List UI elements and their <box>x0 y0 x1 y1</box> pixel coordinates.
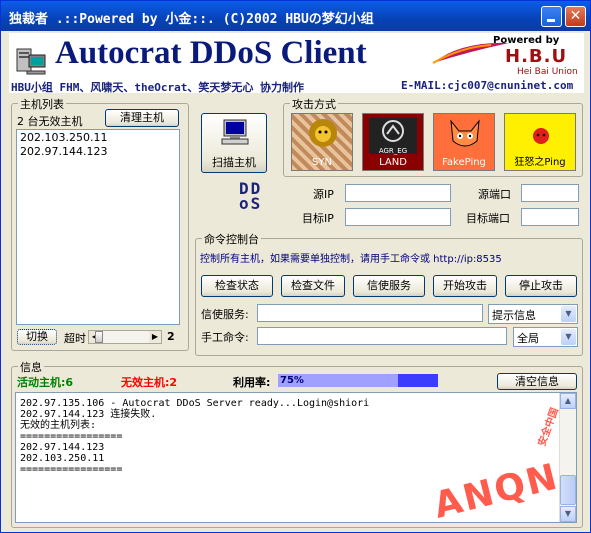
attack-rage-ping-label: 狂怒之Ping <box>514 157 566 168</box>
messenger-service-label: 信使服务: <box>201 308 249 321</box>
ddos-logo: DDoS <box>239 179 263 213</box>
chevron-down-icon[interactable]: ▼ <box>561 329 576 345</box>
active-hosts-label: 活动主机:6 <box>17 376 74 389</box>
header-banner: Autocrat DDoS Client Powered by H.B.U He… <box>9 33 584 94</box>
clean-hosts-button[interactable]: 清理主机 <box>105 109 179 127</box>
credits-text: HBU小组 FHM、风啸天、theOcrat、笑天梦无心 协力制作 <box>11 81 304 94</box>
email-text: E-MAIL:cjc007@cnuninet.com <box>401 79 574 92</box>
timeout-label: 超时 <box>64 332 86 345</box>
log-line: 202.97.135.106 - Autocrat DDoS Server re… <box>20 398 370 409</box>
command-console-legend: 命令控制台 <box>202 231 261 247</box>
lion-icon <box>309 119 337 147</box>
fox-icon <box>450 119 480 147</box>
scan-hosts-button[interactable]: 扫描主机 <box>201 113 267 173</box>
scope-select[interactable]: 全局 ▼ <box>513 327 578 347</box>
attack-fakeping-label: FakePing <box>442 157 486 168</box>
dst-port-label: 目标端口 <box>466 212 510 225</box>
messenger-type-value: 提示信息 <box>492 309 536 322</box>
dst-ip-field[interactable] <box>345 208 451 226</box>
scope-value: 全局 <box>517 332 539 345</box>
slider-thumb[interactable] <box>95 331 103 343</box>
start-attack-button[interactable]: 开始攻击 <box>433 275 497 297</box>
window-title: 独裁者 .::Powered by 小金::. (C)2002 HBUの梦幻小组 <box>9 12 374 27</box>
manual-command-input[interactable] <box>257 327 507 345</box>
log-line: 202.103.250.11 <box>20 453 105 464</box>
manual-command-label: 手工命令: <box>201 331 249 344</box>
log-line: 202.97.144.123 连接失败. <box>20 409 157 420</box>
invalid-host-count: 2 台无效主机 <box>17 115 83 128</box>
log-line: 202.97.144.123 <box>20 442 105 453</box>
host-list-item[interactable]: 202.103.250.11 <box>17 130 179 145</box>
usage-percent: 75% <box>280 375 304 386</box>
attack-land-label: LAND <box>379 157 407 168</box>
clear-info-button[interactable]: 清空信息 <box>497 373 577 390</box>
log-scrollbar[interactable]: ▲ ▼ <box>559 393 576 522</box>
powered-by-label: Powered by <box>493 35 560 46</box>
scan-computer-icon <box>221 119 249 145</box>
minimize-button[interactable] <box>541 6 562 27</box>
scroll-up-icon[interactable]: ▲ <box>560 393 576 409</box>
land-inner-text: AGR_EG <box>378 147 408 155</box>
close-icon: ✕ <box>569 8 582 24</box>
usage-progress-bar: 75% <box>278 374 438 387</box>
invalid-hosts-label: 无效主机:2 <box>121 376 178 389</box>
timeout-slider[interactable]: ◀ ▶ <box>88 330 162 344</box>
messenger-type-select[interactable]: 提示信息 ▼ <box>488 304 578 324</box>
angry-face-icon <box>533 128 549 144</box>
src-port-field[interactable] <box>521 184 579 202</box>
switch-button[interactable]: 切换 <box>17 329 57 345</box>
brand-label: H.B.U <box>505 46 568 67</box>
scroll-down-icon[interactable]: ▼ <box>560 506 576 522</box>
land-icon: AGR_EG <box>369 118 417 155</box>
src-port-label: 源端口 <box>478 188 511 201</box>
usage-label: 利用率: <box>233 376 271 389</box>
log-line: ================= <box>20 431 123 442</box>
computer-icon <box>16 48 46 75</box>
command-hint: 控制所有主机，如果需要单独控制，请用手工命令或 http://ip:8535 <box>200 254 502 265</box>
attack-rage-ping-button[interactable]: 狂怒之Ping <box>504 113 576 171</box>
scroll-thumb[interactable] <box>560 475 576 505</box>
dst-port-field[interactable] <box>521 208 579 226</box>
brand-sub-label: Hei Bai Union <box>517 67 578 77</box>
log-lines: 202.97.135.106 - Autocrat DDoS Server re… <box>16 398 576 475</box>
host-list-item[interactable]: 202.97.144.123 <box>17 145 179 158</box>
check-status-button[interactable]: 检查状态 <box>201 275 273 297</box>
chevron-down-icon[interactable]: ▼ <box>561 306 576 322</box>
src-ip-field[interactable] <box>345 184 451 202</box>
scan-hosts-label: 扫描主机 <box>212 156 256 169</box>
attack-fakeping-button[interactable]: FakePing <box>433 113 495 171</box>
title-bar[interactable]: 独裁者 .::Powered by 小金::. (C)2002 HBUの梦幻小组… <box>1 1 590 31</box>
src-ip-label: 源IP <box>313 188 334 201</box>
info-legend: 信息 <box>18 359 44 375</box>
attack-land-button[interactable]: AGR_EG LAND <box>362 113 424 171</box>
host-listbox[interactable]: 202.103.250.11 202.97.144.123 <box>16 129 180 325</box>
right-arrow-icon[interactable]: ▶ <box>149 331 161 343</box>
dst-ip-label: 目标IP <box>302 212 334 225</box>
check-files-button[interactable]: 检查文件 <box>281 275 345 297</box>
messenger-service-button[interactable]: 信使服务 <box>353 275 425 297</box>
app-window: 独裁者 .::Powered by 小金::. (C)2002 HBUの梦幻小组… <box>0 0 591 533</box>
attack-syn-label: SYN <box>312 157 332 168</box>
attack-methods-legend: 攻击方式 <box>290 96 338 112</box>
host-list-legend: 主机列表 <box>18 96 66 112</box>
log-line: 无效的主机列表: <box>20 420 97 431</box>
stop-attack-button[interactable]: 停止攻击 <box>505 275 577 297</box>
close-button[interactable]: ✕ <box>565 6 586 27</box>
messenger-input[interactable] <box>257 304 483 322</box>
timeout-value: 2 <box>167 330 175 343</box>
attack-syn-button[interactable]: SYN <box>291 113 353 171</box>
app-title: Autocrat DDoS Client <box>55 35 367 71</box>
